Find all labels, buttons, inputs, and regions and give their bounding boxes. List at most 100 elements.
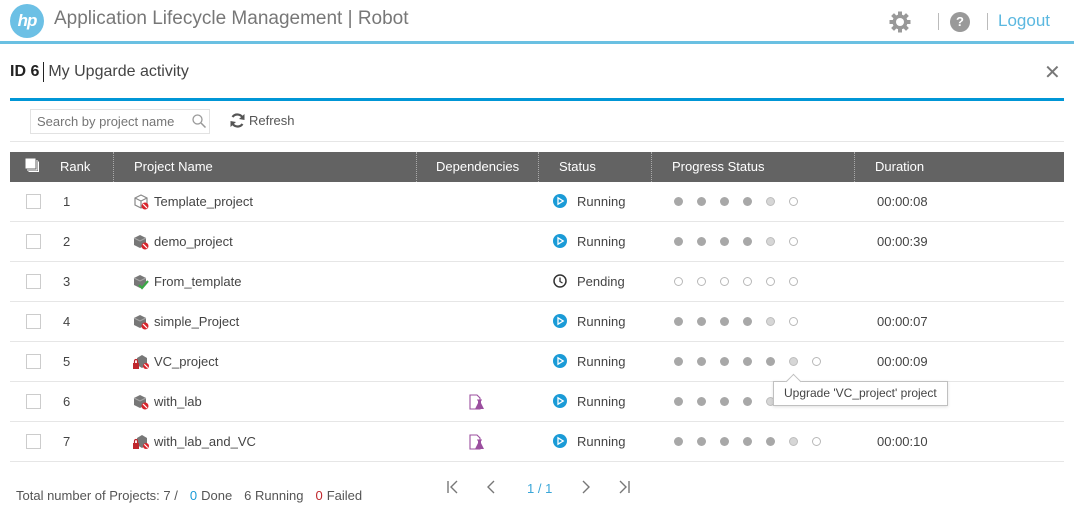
question-icon[interactable]: ? <box>950 12 970 32</box>
progress-step-done[interactable] <box>674 317 683 326</box>
progress-step-done[interactable] <box>743 237 752 246</box>
table-row[interactable]: 2 demo_project Running 00:00:39 <box>10 222 1064 262</box>
progress-step-pending[interactable] <box>789 197 798 206</box>
failed-count: 0 <box>315 488 323 503</box>
running-icon <box>553 194 567 208</box>
project-icon <box>133 315 149 330</box>
status-text: Running <box>577 314 626 329</box>
refresh-button[interactable]: Refresh <box>229 112 295 129</box>
progress-step-done[interactable] <box>697 197 706 206</box>
first-page-button[interactable] <box>444 480 462 498</box>
progress-step-done[interactable] <box>697 237 706 246</box>
progress-step-done[interactable] <box>674 197 683 206</box>
progress-step-done[interactable] <box>720 397 729 406</box>
project-name-cell[interactable]: with_lab <box>154 382 202 421</box>
project-name-cell[interactable]: demo_project <box>154 222 233 261</box>
progress-step-done[interactable] <box>743 317 752 326</box>
progress-step-pending[interactable] <box>766 277 775 286</box>
row-checkbox[interactable] <box>26 394 41 409</box>
gear-icon[interactable] <box>888 10 912 34</box>
progress-step-pending[interactable] <box>789 277 798 286</box>
progress-step-done[interactable] <box>766 437 775 446</box>
project-name-cell[interactable]: VC_project <box>154 342 218 381</box>
row-checkbox[interactable] <box>26 234 41 249</box>
progress-step-pending[interactable] <box>697 277 706 286</box>
progress-step-pending[interactable] <box>789 317 798 326</box>
progress-step-done[interactable] <box>720 437 729 446</box>
dialog-title: ID 6 My Upgarde activity <box>10 62 189 82</box>
logout-link[interactable]: Logout <box>998 11 1050 31</box>
progress-step-pending[interactable] <box>789 237 798 246</box>
close-icon[interactable]: ✕ <box>1044 60 1061 85</box>
next-page-button[interactable] <box>577 480 595 498</box>
progress-step-pending[interactable] <box>720 277 729 286</box>
row-checkbox[interactable] <box>26 314 41 329</box>
progress-step-done[interactable] <box>743 397 752 406</box>
last-page-icon <box>619 480 630 494</box>
progress-step-done[interactable] <box>697 357 706 366</box>
lab-icon[interactable] <box>469 394 485 410</box>
column-divider <box>416 152 417 182</box>
progress-step-done[interactable] <box>720 357 729 366</box>
table-row[interactable]: 3 From_template Pending <box>10 262 1064 302</box>
project-name-cell[interactable]: simple_Project <box>154 302 239 341</box>
column-header-rank[interactable]: Rank <box>60 152 90 182</box>
progress-step-done[interactable] <box>697 397 706 406</box>
progress-step-done[interactable] <box>743 437 752 446</box>
progress-step-pending[interactable] <box>812 437 821 446</box>
progress-step-pending[interactable] <box>812 357 821 366</box>
progress-step-done[interactable] <box>697 317 706 326</box>
row-checkbox[interactable] <box>26 194 41 209</box>
progress-step-done[interactable] <box>674 397 683 406</box>
previous-page-button[interactable] <box>482 480 500 498</box>
progress-step-done[interactable] <box>674 237 683 246</box>
row-checkbox[interactable] <box>26 434 41 449</box>
done-label: Done <box>201 488 233 503</box>
progress-step-done[interactable] <box>720 237 729 246</box>
progress-step-done[interactable] <box>743 357 752 366</box>
progress-step-current[interactable] <box>766 237 775 246</box>
progress-step-pending[interactable] <box>743 277 752 286</box>
progress-indicator <box>674 342 835 381</box>
progress-step-done[interactable] <box>674 437 683 446</box>
progress-step-current[interactable] <box>766 317 775 326</box>
progress-step-done[interactable] <box>697 437 706 446</box>
column-header-project-name[interactable]: Project Name <box>134 152 213 182</box>
project-name-cell[interactable]: From_template <box>154 262 241 301</box>
divider <box>987 13 988 30</box>
table-row[interactable]: 5 VC_project Running 00:00:09 <box>10 342 1064 382</box>
table-row[interactable]: 4 simple_Project Running 00:00:07 <box>10 302 1064 342</box>
last-page-button[interactable] <box>615 480 633 498</box>
rank-cell: 6 <box>63 394 71 409</box>
column-header-progress-status[interactable]: Progress Status <box>672 152 765 182</box>
progress-step-done[interactable] <box>720 317 729 326</box>
column-divider <box>113 152 114 182</box>
row-checkbox[interactable] <box>26 354 41 369</box>
progress-step-done[interactable] <box>674 357 683 366</box>
column-header-duration[interactable]: Duration <box>875 152 924 182</box>
search-input[interactable] <box>30 109 210 134</box>
table-row[interactable]: 1 Template_project Running 00:00:08 <box>10 182 1064 222</box>
column-header-status[interactable]: Status <box>559 152 596 182</box>
progress-step-current[interactable] <box>766 197 775 206</box>
progress-step-current[interactable] <box>789 437 798 446</box>
row-checkbox[interactable] <box>26 274 41 289</box>
project-name-cell[interactable]: with_lab_and_VC <box>154 422 256 461</box>
column-header-dependencies[interactable]: Dependencies <box>436 152 519 182</box>
table-row[interactable]: 7 with_lab_and_VC Running 00:00:10 <box>10 422 1064 462</box>
select-all-icon[interactable] <box>25 158 39 172</box>
progress-step-done[interactable] <box>720 197 729 206</box>
chevron-right-icon <box>582 480 590 494</box>
progress-step-done[interactable] <box>743 197 752 206</box>
progress-step-done[interactable] <box>766 357 775 366</box>
lab-icon[interactable] <box>469 434 485 450</box>
search-icon[interactable] <box>191 113 207 129</box>
divider <box>938 13 939 30</box>
column-divider <box>651 152 652 182</box>
status-text: Pending <box>577 274 625 289</box>
app-title: Application Lifecycle Management | Robot <box>54 8 409 29</box>
project-name-cell[interactable]: Template_project <box>154 182 253 221</box>
progress-step-pending[interactable] <box>674 277 683 286</box>
activity-id: ID 6 <box>10 63 40 80</box>
progress-step-current[interactable] <box>789 357 798 366</box>
